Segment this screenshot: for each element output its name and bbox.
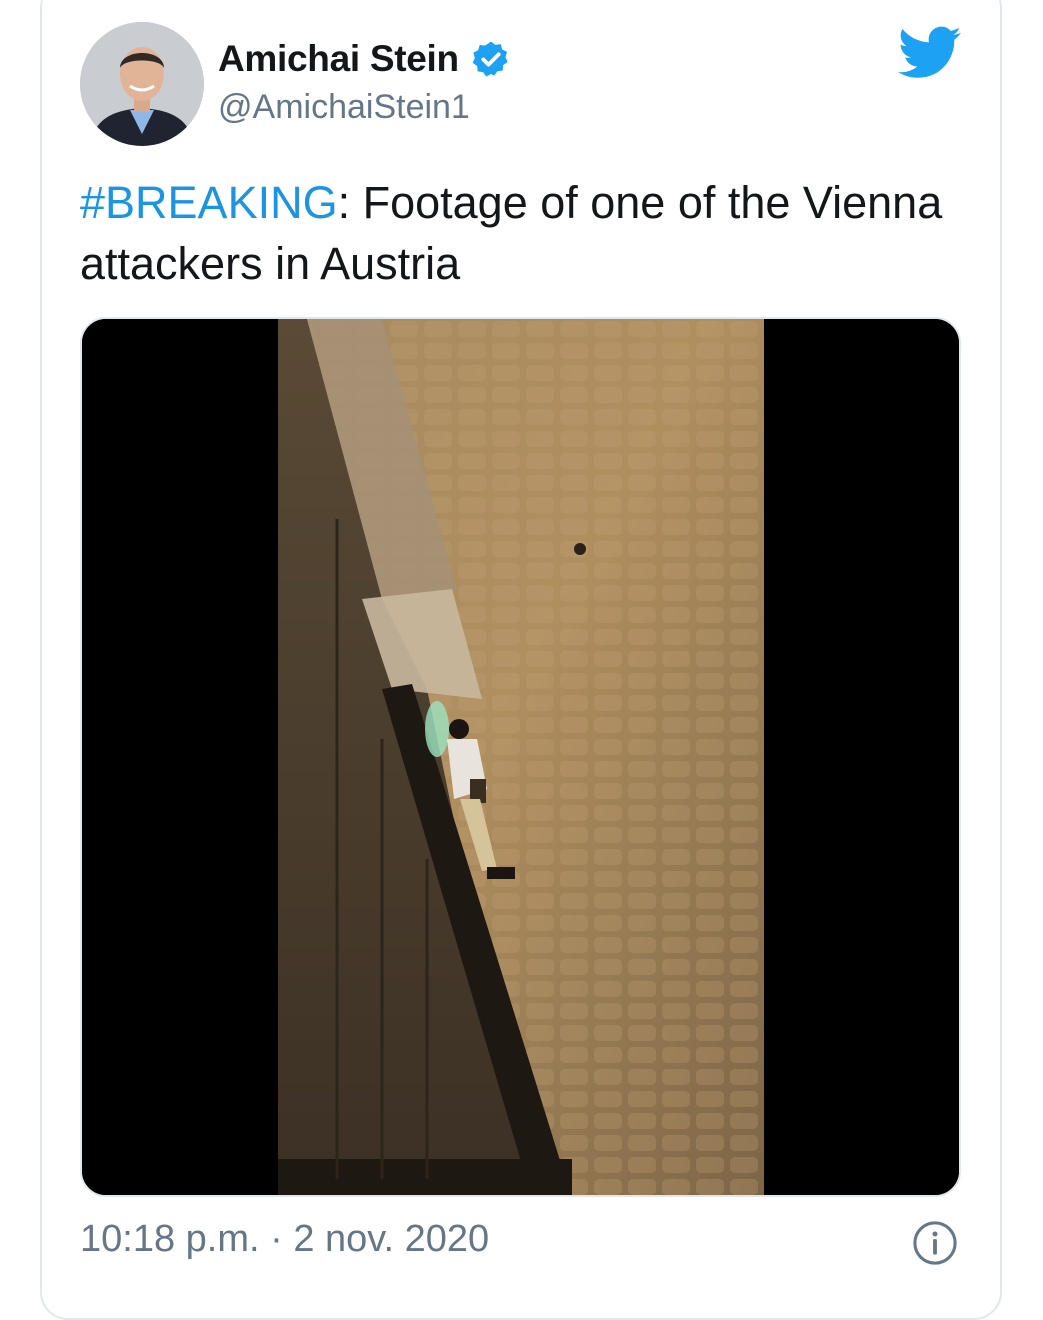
author-handle[interactable]: @AmichaiStein1 [218, 88, 470, 127]
video-frame [82, 319, 959, 1195]
author-name[interactable]: Amichai Stein [218, 38, 459, 80]
author-name-row[interactable]: Amichai Stein [218, 38, 511, 80]
tweet-text: #BREAKING: Footage of one of the Vienna … [80, 172, 960, 294]
info-icon[interactable] [912, 1220, 958, 1266]
video-scene [278, 319, 764, 1195]
tweet-timestamp[interactable]: 10:18 p.m. · 2 nov. 2020 [80, 1218, 489, 1261]
hashtag-link[interactable]: #BREAKING [80, 177, 338, 228]
video-thumbnail[interactable] [80, 317, 961, 1197]
author-avatar[interactable] [80, 22, 204, 146]
avatar-image [80, 22, 204, 146]
twitter-bird-icon[interactable] [898, 26, 962, 80]
verified-badge-icon [472, 41, 508, 77]
